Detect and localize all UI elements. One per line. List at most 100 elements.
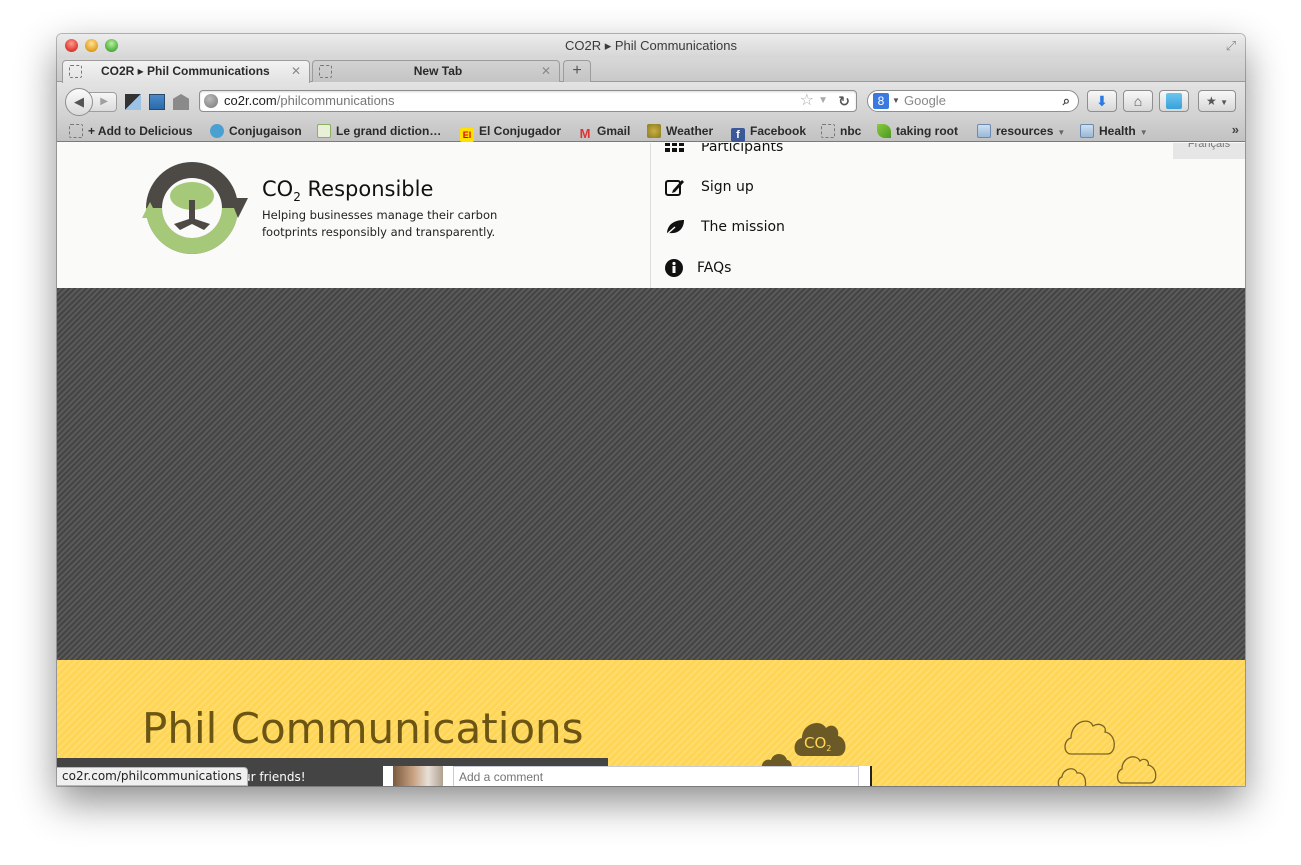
dashed-box-icon (69, 124, 83, 138)
address-bar[interactable]: co2r.com/philcommunications ☆ ▼ ↻ (199, 90, 857, 112)
nav-label: Participants (701, 143, 784, 155)
nav-label: Sign up (701, 179, 754, 195)
nav-label: The mission (701, 219, 785, 235)
conjugaison-icon (210, 124, 224, 138)
add-comment-input[interactable] (453, 766, 859, 786)
url-domain: co2r.com (224, 93, 277, 108)
folder-icon (1080, 124, 1094, 138)
globe-icon (204, 94, 218, 108)
bookmark-conjugaison[interactable]: Conjugaison (210, 123, 302, 139)
search-engine-dropdown-icon[interactable]: ▼ (892, 91, 900, 111)
bookmark-label: Weather (666, 124, 714, 138)
comment-widget (383, 766, 872, 786)
status-bar-link-preview: co2r.com/philcommunications (57, 767, 248, 786)
close-tab-icon[interactable]: ✕ (541, 61, 551, 81)
co2-responsible-logo[interactable] (142, 158, 248, 256)
search-icon[interactable]: ⌕ (1063, 91, 1070, 111)
window-title: CO2R ▸ Phil Communications (565, 38, 737, 53)
close-window-button[interactable] (65, 39, 78, 52)
leaf-icon (665, 220, 684, 236)
bookmark-weather[interactable]: Weather (647, 123, 713, 139)
bookmark-folder-resources[interactable]: resources ▼ (977, 123, 1065, 139)
brand-responsible: Responsible (300, 177, 434, 201)
reload-icon[interactable]: ↻ (838, 91, 850, 111)
history-dropdown-icon[interactable]: ▼ (818, 91, 828, 111)
bookmark-facebook[interactable]: f Facebook (731, 123, 807, 142)
brand-title[interactable]: CO2 Responsible (262, 177, 433, 204)
leaf-icon (877, 124, 891, 138)
bookmark-add-to-delicious[interactable]: + Add to Delicious (69, 123, 193, 139)
fullscreen-icon[interactable]: ⤢ (1223, 38, 1239, 54)
brand-tagline: Helping businesses manage their carbon f… (262, 208, 498, 239)
url-text[interactable]: co2r.com/philcommunications (224, 91, 395, 111)
tab-label: New Tab (413, 64, 463, 78)
hootsuite-button[interactable] (1159, 90, 1189, 112)
edit-icon (665, 180, 684, 196)
bookmark-label: resources (996, 124, 1054, 138)
new-tab-button[interactable]: + (563, 60, 591, 82)
outline-cloud-icon (1064, 720, 1115, 755)
bookmark-label: El Conjugador (479, 124, 561, 138)
save-page-icon[interactable] (149, 94, 165, 110)
gmail-icon: M (579, 126, 591, 141)
bookmark-gmail[interactable]: M Gmail (578, 123, 631, 141)
header-divider (650, 143, 651, 288)
language-switch-francais[interactable]: Français (1173, 143, 1245, 159)
owl-icon (1166, 93, 1182, 109)
back-button[interactable]: ◀ (65, 88, 93, 116)
back-forward-group: ◀ ▶ (65, 88, 119, 116)
bookmark-label: Gmail (597, 124, 631, 138)
bookmark-label: nbc (840, 124, 862, 138)
bookmark-label: Conjugaison (229, 124, 302, 138)
bookmark-taking-root[interactable]: taking root (877, 123, 958, 139)
outline-cloud-icon (1057, 768, 1087, 786)
more-bookmarks-chevron-icon[interactable]: » (1232, 122, 1239, 137)
forward-button[interactable]: ▶ (89, 92, 117, 112)
tab-bar: CO2R ▸ Phil Communications ✕ New Tab ✕ + (57, 58, 1245, 83)
hero-banner (57, 288, 1245, 660)
page-favicon-icon (319, 65, 332, 78)
bookmark-label: Health (1099, 124, 1136, 138)
grid-icon (665, 143, 684, 152)
chevron-down-icon: ▼ (1139, 128, 1148, 137)
dashed-box-icon (821, 124, 835, 138)
title-bar: CO2R ▸ Phil Communications ⤢ (57, 34, 1245, 58)
back-arrow-icon: ◀ (74, 94, 84, 109)
el-icon: El (460, 128, 474, 142)
bookmark-label: Facebook (750, 124, 807, 138)
forward-arrow-icon: ▶ (100, 96, 108, 107)
google-search-engine-icon[interactable]: 8 (873, 93, 889, 109)
close-tab-icon[interactable]: ✕ (291, 61, 301, 81)
weather-icon (647, 124, 661, 138)
chevron-down-icon: ▼ (1057, 128, 1066, 137)
info-icon (665, 259, 683, 277)
bookmark-folder-health[interactable]: Health ▼ (1080, 123, 1148, 139)
brand-subscript: 2 (293, 190, 301, 205)
tab-new-tab[interactable]: New Tab ✕ (312, 60, 560, 82)
tab-co2r[interactable]: CO2R ▸ Phil Communications ✕ (62, 60, 310, 83)
search-placeholder: Google (904, 93, 946, 108)
bookmark-star-icon[interactable]: ☆ (800, 91, 814, 111)
zoom-window-button[interactable] (105, 39, 118, 52)
outline-cloud-icon (1116, 756, 1157, 784)
bookmark-nbc[interactable]: nbc (821, 123, 861, 139)
company-name: Phil Communications (142, 704, 584, 753)
navigation-toolbar: ◀ ▶ co2r.com/philcommunications ☆ ▼ ↻ 8 … (57, 82, 1245, 120)
downloads-button[interactable]: ⬇ (1087, 90, 1117, 112)
pocket-icon[interactable] (173, 94, 189, 110)
page-favicon-icon (69, 65, 82, 78)
bookmark-le-grand-dictionnaire[interactable]: Le grand diction… (317, 123, 441, 139)
home-button[interactable]: ⌂ (1123, 90, 1153, 112)
facebook-icon: f (731, 128, 745, 142)
minimize-window-button[interactable] (85, 39, 98, 52)
nav-label: FAQs (697, 260, 732, 276)
delicious-addon-icon[interactable] (125, 94, 141, 110)
bookmark-el-conjugador[interactable]: El El Conjugador (460, 123, 561, 142)
brand-co: CO (262, 177, 294, 201)
browser-window: CO2R ▸ Phil Communications ⤢ CO2R ▸ Phil… (57, 34, 1245, 786)
site-header: CO2 Responsible Helping businesses manag… (57, 143, 1245, 288)
bookmarks-menu-button[interactable]: ★ ▼ (1198, 90, 1236, 112)
search-bar[interactable]: 8 ▼ Google ⌕ (867, 90, 1079, 112)
user-avatar (393, 766, 443, 786)
co2-cloud-icon: CO2 (794, 723, 846, 756)
